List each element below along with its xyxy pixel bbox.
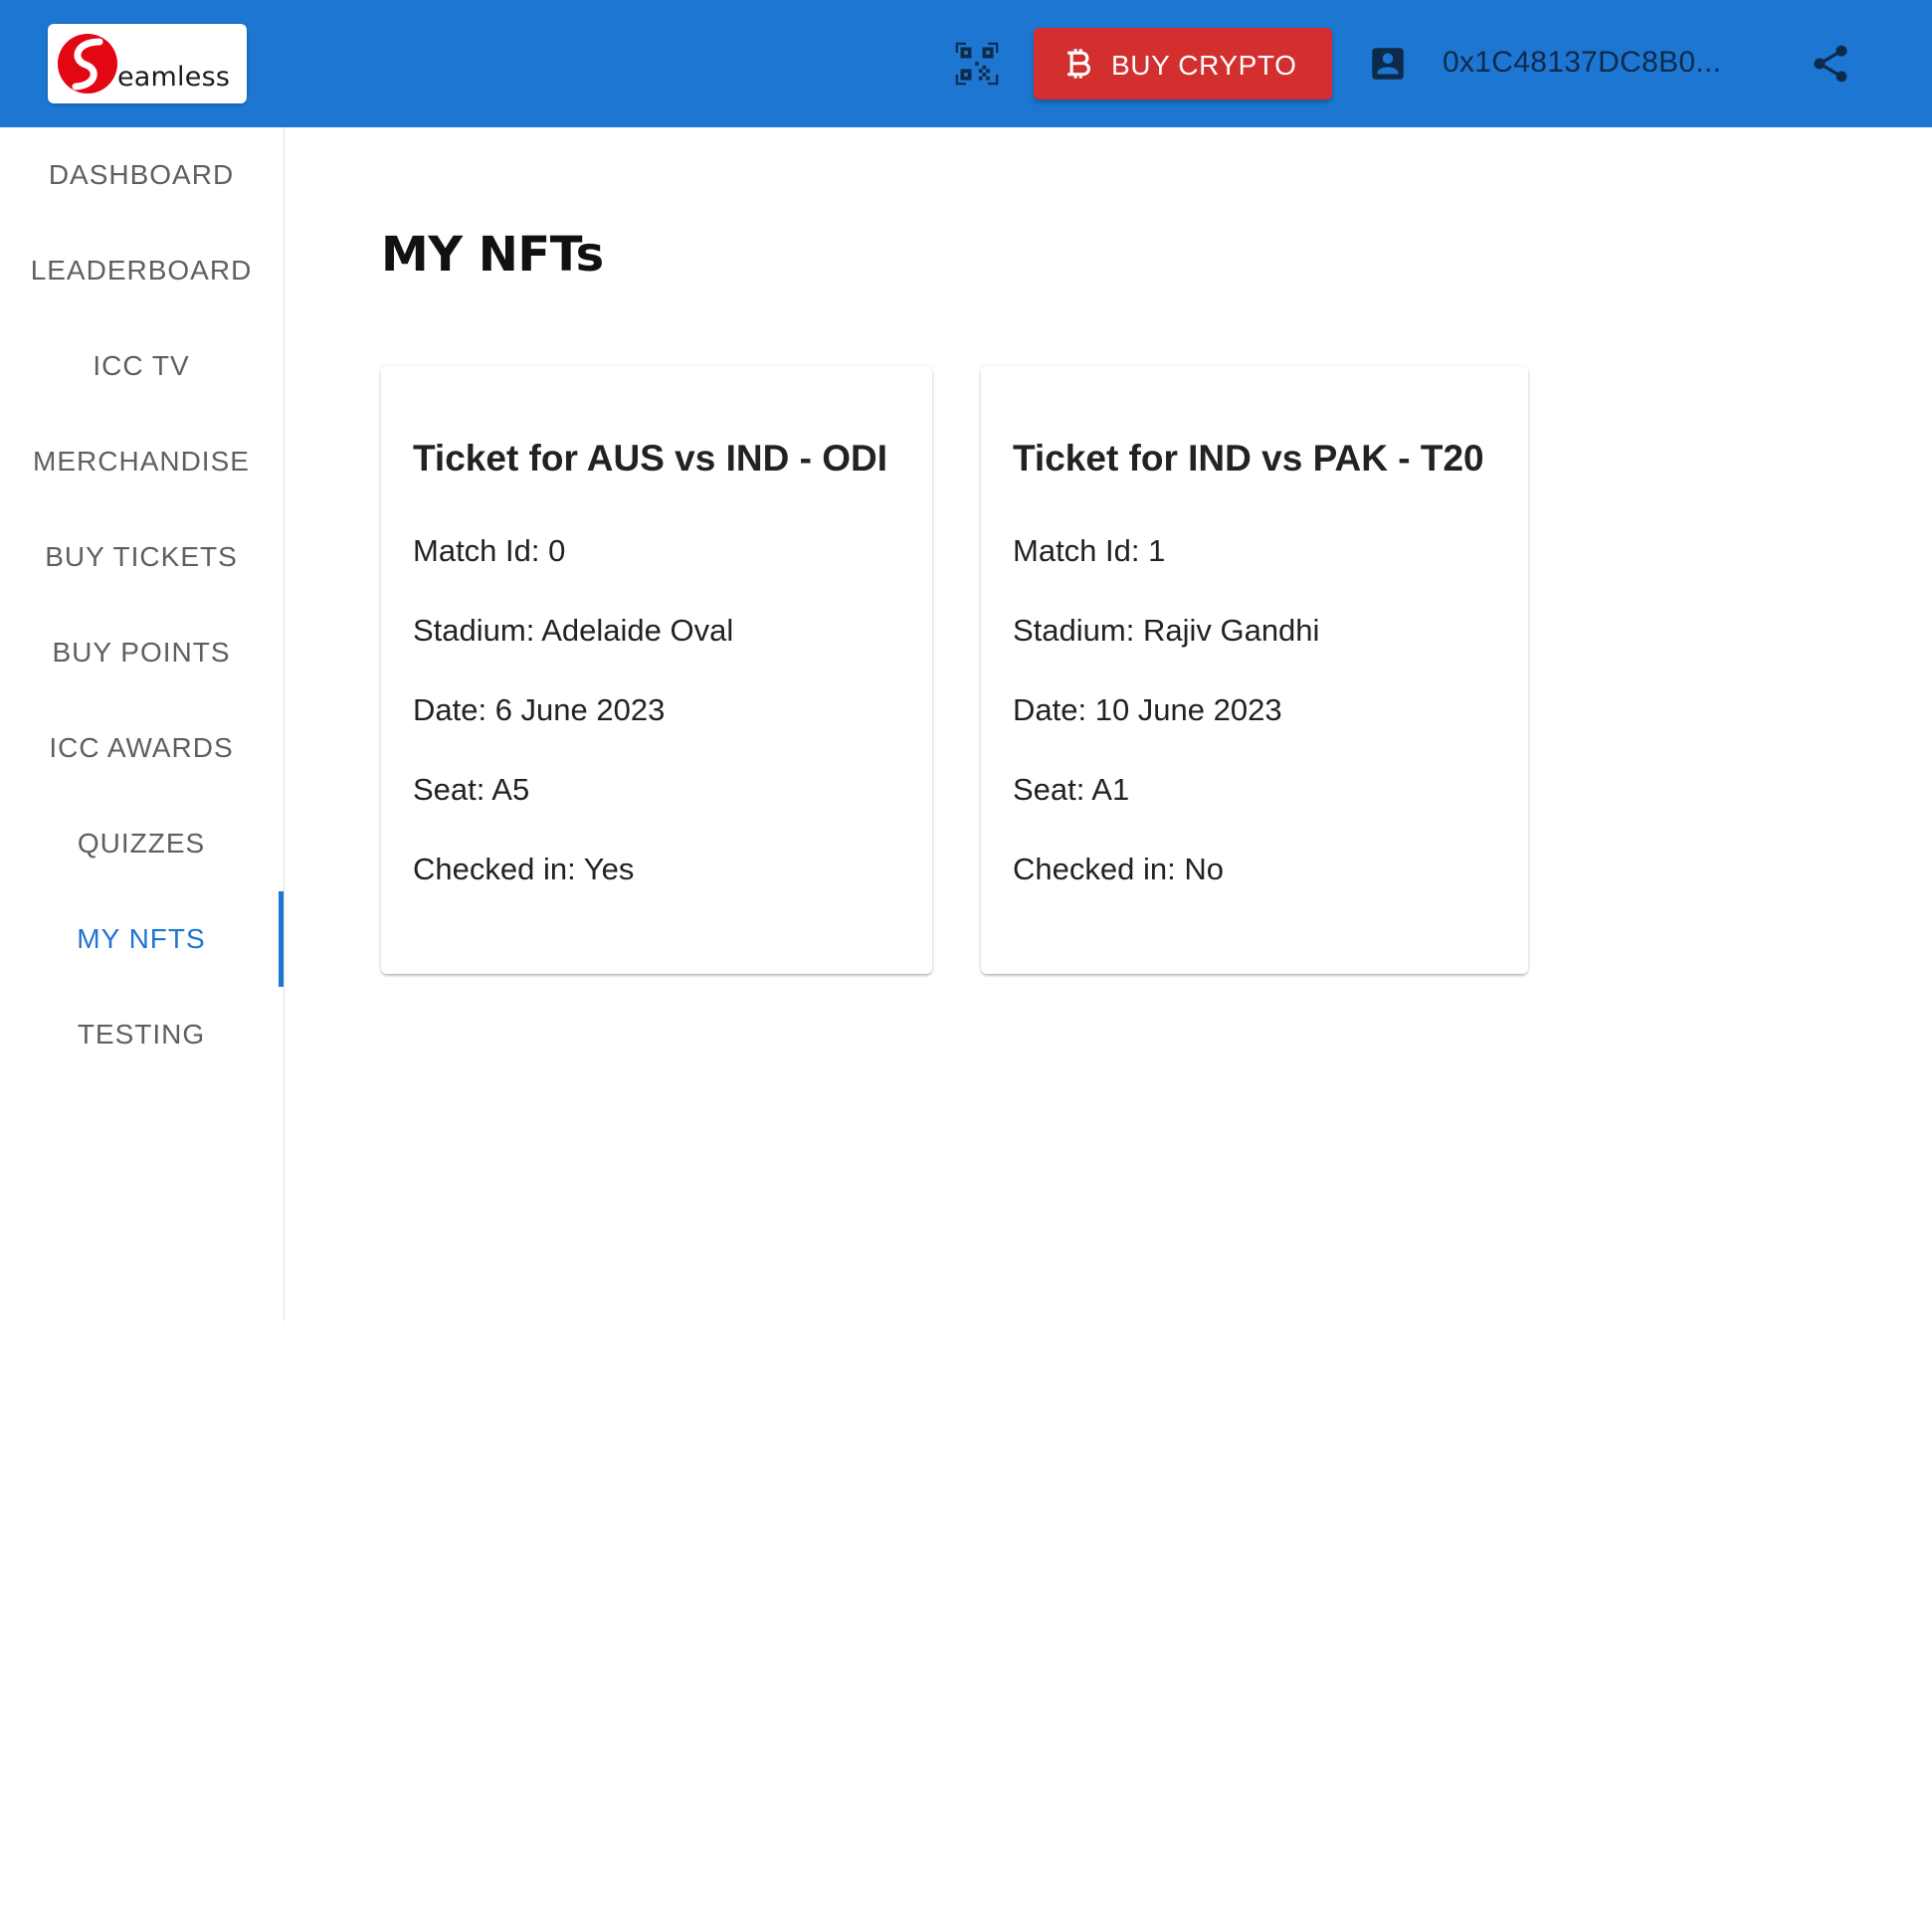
seamless-logo[interactable]: eamless (48, 24, 247, 103)
active-tab-indicator (279, 891, 284, 987)
match-id: Match Id: 0 (413, 533, 566, 568)
sidebar-item-testing[interactable]: TESTING (0, 987, 283, 1082)
seat: Seat: A5 (413, 772, 530, 807)
nft-ticket-card[interactable]: Ticket for IND vs PAK - T20 Match Id: 1 … (981, 366, 1528, 974)
seat: Seat: A1 (1013, 772, 1130, 807)
logo-text: eamless (117, 62, 231, 93)
wallet-address[interactable]: 0x1C48137DC8B0... (1443, 46, 1731, 80)
card-title: Ticket for AUS vs IND - ODI (413, 438, 887, 478)
date: Date: 6 June 2023 (413, 692, 666, 727)
buy-crypto-button[interactable]: BUY CRYPTO (1034, 28, 1332, 99)
sidebar-item-quizzes[interactable]: QUIZZES (0, 796, 283, 891)
share-icon[interactable] (1809, 42, 1852, 86)
stadium: Stadium: Rajiv Gandhi (1013, 613, 1320, 648)
checked-in-status: Checked in: Yes (413, 852, 635, 886)
sidebar-item-buy-tickets[interactable]: BUY TICKETS (0, 509, 283, 605)
sidebar-nav: DASHBOARD LEADERBOARD ICC TV MERCHANDISE… (0, 127, 285, 1321)
logo-mark-icon (58, 34, 117, 94)
buy-crypto-label: BUY CRYPTO (1111, 50, 1297, 81)
sidebar-item-icc-tv[interactable]: ICC TV (0, 318, 283, 414)
sidebar-item-icc-awards[interactable]: ICC AWARDS (0, 700, 283, 796)
sidebar-item-buy-points[interactable]: BUY POINTS (0, 605, 283, 700)
sidebar-item-leaderboard[interactable]: LEADERBOARD (0, 223, 283, 318)
sidebar-item-dashboard[interactable]: DASHBOARD (0, 127, 283, 223)
card-title: Ticket for IND vs PAK - T20 (1013, 438, 1484, 478)
bitcoin-icon (1067, 49, 1090, 79)
stadium: Stadium: Adelaide Oval (413, 613, 734, 648)
nft-ticket-card[interactable]: Ticket for AUS vs IND - ODI Match Id: 0 … (381, 366, 932, 974)
sidebar-item-my-nfts[interactable]: MY NFTS (0, 891, 283, 987)
page-title: MY NFTs (381, 227, 604, 283)
qr-code-scanner-icon[interactable] (955, 42, 999, 86)
match-id: Match Id: 1 (1013, 533, 1166, 568)
app-bar: eamless BUY CRYPTO 0x1C48137DC8B0... (0, 0, 1932, 127)
date: Date: 10 June 2023 (1013, 692, 1282, 727)
account-box-icon[interactable] (1367, 43, 1409, 85)
checked-in-status: Checked in: No (1013, 852, 1224, 886)
sidebar-item-merchandise[interactable]: MERCHANDISE (0, 414, 283, 509)
